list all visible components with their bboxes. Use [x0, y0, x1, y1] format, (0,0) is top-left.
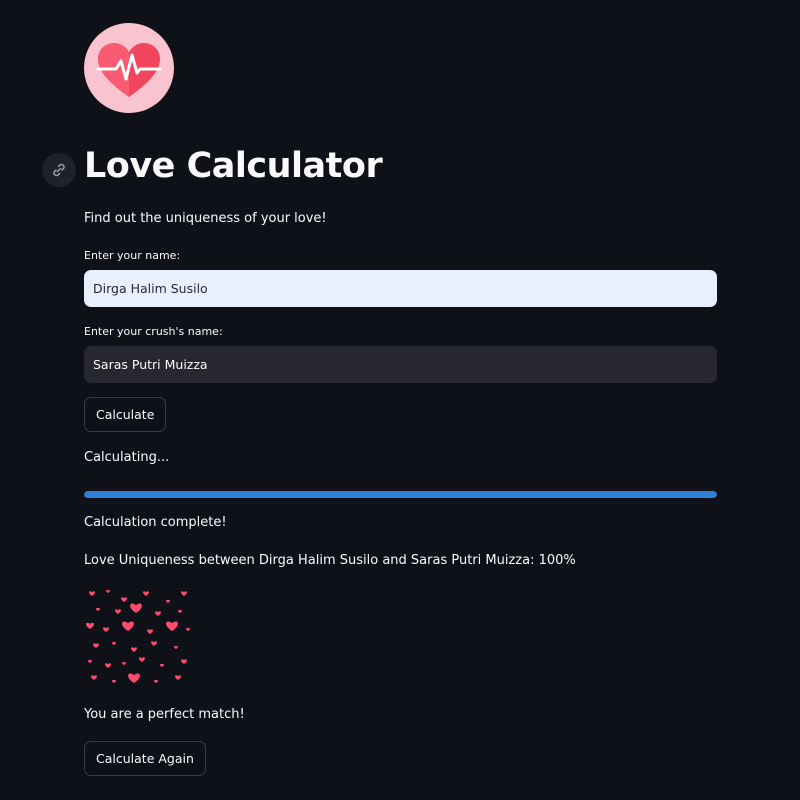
heart-icon [103, 627, 109, 632]
heart-icon [122, 661, 126, 665]
heart-icon [88, 659, 92, 663]
heart-icon [151, 641, 157, 646]
heart-icon [96, 607, 100, 611]
heart-icon [93, 643, 99, 648]
heart-icon [175, 675, 181, 680]
heart-icon [106, 589, 110, 593]
name-label: Enter your name: [84, 249, 181, 262]
calculating-text: Calculating... [84, 450, 170, 465]
heart-icon [131, 647, 137, 652]
heart-icon [115, 609, 121, 614]
heart-icon [130, 603, 142, 613]
heart-icon [181, 591, 187, 596]
complete-text: Calculation complete! [84, 515, 227, 530]
heart-pulse-icon [84, 23, 174, 113]
heart-icon [112, 679, 116, 683]
crush-name-label: Enter your crush's name: [84, 325, 223, 338]
heart-icon [86, 622, 94, 629]
name-input[interactable] [84, 270, 717, 307]
result-text: Love Uniqueness between Dirga Halim Susi… [84, 553, 576, 568]
heart-icon [139, 657, 145, 662]
subtitle-text: Find out the uniqueness of your love! [84, 211, 327, 226]
page-title: Love Calculator [84, 146, 383, 186]
crush-name-input[interactable] [84, 346, 717, 383]
heart-icon [154, 679, 158, 683]
progress-bar [84, 491, 717, 498]
heart-icon [186, 627, 190, 631]
calculate-again-button[interactable]: Calculate Again [84, 741, 206, 776]
link-icon[interactable] [42, 153, 76, 187]
heart-icon [112, 641, 116, 645]
heart-icon [91, 675, 97, 680]
heart-icon [147, 629, 153, 634]
heart-icon [166, 621, 178, 631]
hearts-pattern-image [84, 585, 192, 693]
heart-icon [174, 645, 178, 649]
heart-icon [122, 621, 134, 631]
progress-bar-fill [84, 491, 717, 498]
match-message: You are a perfect match! [84, 707, 245, 722]
heart-icon [143, 591, 149, 596]
heart-icon [121, 597, 127, 602]
heart-icon [166, 599, 170, 603]
heart-icon [89, 591, 95, 596]
heart-icon [178, 609, 182, 613]
heart-icon [181, 659, 187, 664]
heart-icon [155, 611, 161, 616]
heart-icon [160, 663, 164, 667]
heart-icon [105, 663, 111, 668]
calculate-button[interactable]: Calculate [84, 397, 167, 432]
heart-icon [128, 673, 140, 683]
